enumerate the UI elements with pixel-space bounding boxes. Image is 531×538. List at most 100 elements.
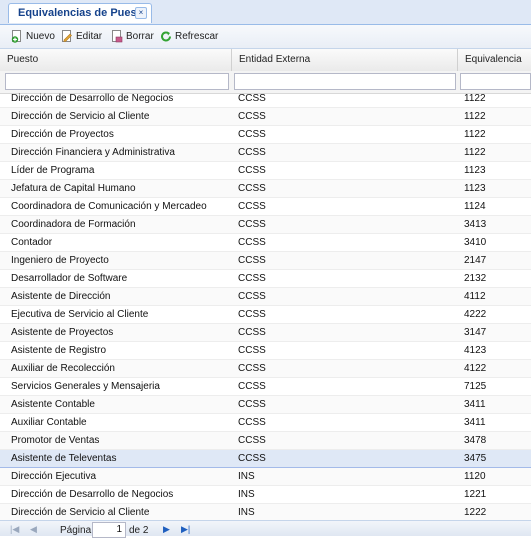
table-row[interactable]: Asistente Contable CCSS 3411 bbox=[0, 396, 531, 414]
puesto-cell: Promotor de Ventas bbox=[11, 435, 100, 446]
table-row[interactable]: Desarrollador de Software CCSS 2132 bbox=[0, 270, 531, 288]
equivalencia-cell: 1123 bbox=[464, 183, 486, 194]
entidad-cell: INS bbox=[238, 489, 255, 500]
puesto-cell: Dirección de Servicio al Cliente bbox=[11, 111, 150, 122]
table-row[interactable]: Jefatura de Capital Humano CCSS 1123 bbox=[0, 180, 531, 198]
entidad-cell: CCSS bbox=[238, 363, 266, 374]
table-row[interactable]: Ingeniero de Proyecto CCSS 2147 bbox=[0, 252, 531, 270]
puesto-cell: Dirección Financiera y Administrativa bbox=[11, 147, 175, 158]
delete-document-icon bbox=[111, 30, 123, 43]
entidad-cell: CCSS bbox=[238, 201, 266, 212]
entidad-filter-input[interactable] bbox=[234, 73, 456, 90]
equivalencia-cell: 1222 bbox=[464, 507, 487, 518]
table-row[interactable]: Coordinadora de Comunicación y Mercadeo C… bbox=[0, 198, 531, 216]
equivalencia-cell: 1122 bbox=[464, 147, 486, 158]
entidad-cell: CCSS bbox=[238, 273, 266, 284]
table-row[interactable]: Auxiliar de Recolección CCSS 4122 bbox=[0, 360, 531, 378]
equivalencia-cell: 4222 bbox=[464, 309, 487, 320]
table-row[interactable]: Asistente de Televentas CCSS 3475 bbox=[0, 450, 531, 468]
edit-button[interactable]: Editar bbox=[61, 29, 102, 44]
equivalencia-cell: 3413 bbox=[464, 219, 487, 230]
table-row[interactable]: Promotor de Ventas CCSS 3478 bbox=[0, 432, 531, 450]
puesto-cell: Asistente de Registro bbox=[11, 345, 107, 356]
toolbar: Nuevo Editar Borrar Refrescar bbox=[0, 25, 531, 49]
edit-label: Editar bbox=[76, 31, 103, 42]
puesto-cell: Coordinadora de Comunicación y Mercadeo bbox=[11, 201, 207, 212]
table-row[interactable]: Dirección de Servicio al Cliente CCSS 1122 bbox=[0, 108, 531, 126]
puesto-cell: Dirección de Servicio al Cliente bbox=[11, 507, 150, 518]
table-row[interactable]: Líder de Programa CCSS 1123 bbox=[0, 162, 531, 180]
entidad-cell: CCSS bbox=[238, 291, 266, 302]
entidad-cell: CCSS bbox=[238, 381, 266, 392]
puesto-cell: Asistente Contable bbox=[11, 399, 95, 410]
column-header-puesto[interactable]: Puesto bbox=[0, 49, 232, 71]
table-row[interactable]: Dirección de Servicio al Cliente INS 1222 bbox=[0, 504, 531, 520]
next-page-icon[interactable]: ▶ bbox=[163, 524, 170, 535]
puesto-cell: Auxiliar de Recolección bbox=[11, 363, 115, 374]
puesto-cell: Auxiliar Contable bbox=[11, 417, 87, 428]
puesto-cell: Servicios Generales y Mensajeria bbox=[11, 381, 160, 392]
equivalencia-filter-input[interactable] bbox=[460, 73, 531, 90]
new-button[interactable]: Nuevo bbox=[11, 29, 55, 44]
puesto-filter-input[interactable] bbox=[5, 73, 229, 90]
equivalencia-cell: 1123 bbox=[464, 165, 486, 176]
puesto-cell: Dirección de Desarrollo de Negocios bbox=[11, 93, 174, 104]
column-header-equivalencia[interactable]: Equivalencia bbox=[458, 49, 531, 71]
table-row[interactable]: Asistente de Registro CCSS 4123 bbox=[0, 342, 531, 360]
new-label: Nuevo bbox=[26, 31, 55, 42]
tab-equivalencias[interactable]: Equivalencias de Puesto × bbox=[8, 3, 152, 23]
first-page-icon[interactable]: |◀ bbox=[10, 524, 19, 535]
delete-button[interactable]: Borrar bbox=[111, 29, 154, 44]
previous-page-icon[interactable]: ◀ bbox=[30, 524, 37, 535]
equivalencia-cell: 1124 bbox=[464, 201, 486, 212]
puesto-cell: Dirección Ejecutiva bbox=[11, 471, 97, 482]
refresh-label: Refrescar bbox=[175, 31, 219, 42]
entidad-cell: CCSS bbox=[238, 147, 266, 158]
table-row[interactable]: Coordinadora de Formación CCSS 3413 bbox=[0, 216, 531, 234]
puesto-cell: Ejecutiva de Servicio al Cliente bbox=[11, 309, 149, 320]
last-page-icon[interactable]: ▶| bbox=[181, 524, 190, 535]
column-header-entidad-externa[interactable]: Entidad Externa bbox=[232, 49, 458, 71]
equivalencia-cell: 3147 bbox=[464, 327, 487, 338]
entidad-cell: CCSS bbox=[238, 129, 266, 140]
table-row[interactable]: Dirección Financiera y Administrativa CCS… bbox=[0, 144, 531, 162]
table-row[interactable]: Contador CCSS 3410 bbox=[0, 234, 531, 252]
page-number-input[interactable]: 1 bbox=[92, 522, 126, 538]
equivalencia-cell: 2132 bbox=[464, 273, 487, 284]
close-icon[interactable]: × bbox=[135, 7, 147, 19]
table-row[interactable]: Servicios Generales y Mensajeria CCSS 7125 bbox=[0, 378, 531, 396]
delete-label: Borrar bbox=[126, 31, 154, 42]
table-row[interactable]: Asistente de Dirección CCSS 4112 bbox=[0, 288, 531, 306]
entidad-cell: CCSS bbox=[238, 183, 266, 194]
equivalencia-cell: 4123 bbox=[464, 345, 487, 356]
new-document-icon bbox=[11, 30, 23, 43]
table-row[interactable]: Dirección de Desarrollo de Negocios INS 12… bbox=[0, 486, 531, 504]
equivalencia-cell: 1122 bbox=[464, 111, 486, 122]
tab-strip: Equivalencias de Puesto × bbox=[0, 0, 531, 25]
grid-body: Dirección de Desarrollo de Negocios CCSS 1… bbox=[0, 90, 531, 520]
puesto-cell: Dirección de Desarrollo de Negocios bbox=[11, 489, 174, 500]
table-row[interactable]: Dirección Ejecutiva INS 1120 bbox=[0, 468, 531, 486]
table-row[interactable]: Dirección de Desarrollo de Negocios CCSS 1… bbox=[0, 90, 531, 108]
refresh-icon bbox=[160, 30, 172, 43]
equivalencia-cell: 4122 bbox=[464, 363, 487, 374]
table-row[interactable]: Auxiliar Contable CCSS 3411 bbox=[0, 414, 531, 432]
table-row[interactable]: Asistente de Proyectos CCSS 3147 bbox=[0, 324, 531, 342]
entidad-cell: INS bbox=[238, 507, 255, 518]
puesto-cell: Líder de Programa bbox=[11, 165, 95, 176]
entidad-cell: CCSS bbox=[238, 255, 266, 266]
table-row[interactable]: Ejecutiva de Servicio al Cliente CCSS 4222 bbox=[0, 306, 531, 324]
equivalencia-cell: 2147 bbox=[464, 255, 487, 266]
tab-title: Equivalencias de Puesto bbox=[18, 7, 147, 19]
equivalencia-cell: 4112 bbox=[464, 291, 486, 302]
equivalencia-cell: 3475 bbox=[464, 453, 487, 464]
equivalencia-cell: 1122 bbox=[464, 93, 486, 104]
table-row[interactable]: Dirección de Proyectos CCSS 1122 bbox=[0, 126, 531, 144]
entidad-cell: CCSS bbox=[238, 327, 266, 338]
edit-document-icon bbox=[61, 30, 73, 43]
equivalencia-cell: 7125 bbox=[464, 381, 487, 392]
refresh-button[interactable]: Refrescar bbox=[160, 29, 218, 44]
equivalencia-cell: 3411 bbox=[464, 399, 486, 410]
puesto-cell: Coordinadora de Formación bbox=[11, 219, 136, 230]
puesto-cell: Jefatura de Capital Humano bbox=[11, 183, 136, 194]
